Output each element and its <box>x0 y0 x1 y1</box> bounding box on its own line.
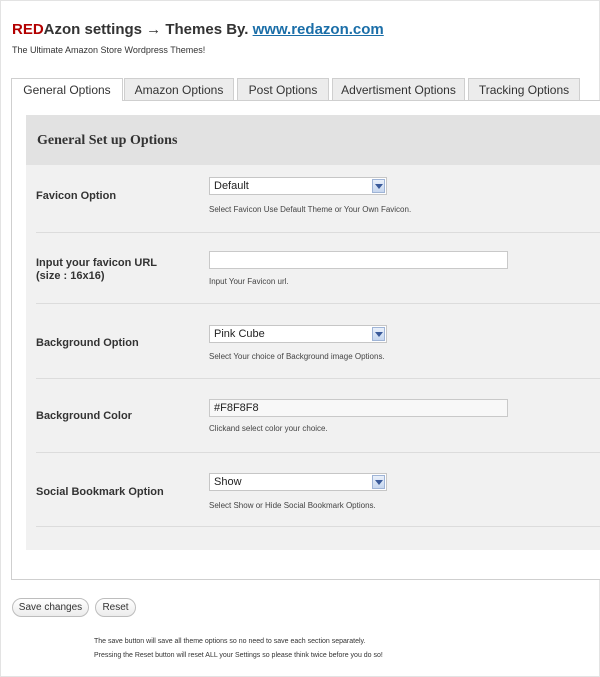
favicon-url-label: Input your favicon URL (size : 16x16) <box>36 257 157 283</box>
row-divider <box>36 526 600 527</box>
dropdown-arrow-icon[interactable] <box>372 179 385 193</box>
favicon-option-select[interactable]: Default <box>209 177 387 195</box>
tab-general-options[interactable]: General Options <box>11 78 123 101</box>
favicon-option-value: Default <box>214 180 249 192</box>
dropdown-arrow-icon[interactable] <box>372 475 385 489</box>
background-option-row: Background Option Pink Cube Select Your … <box>26 304 600 379</box>
redazon-link[interactable]: www.redazon.com <box>253 21 384 38</box>
page-title: REDAzon settings → Themes By. www.redazo… <box>12 21 384 38</box>
favicon-url-row: Input your favicon URL (size : 16x16) In… <box>26 233 600 304</box>
section-heading: General Set up Options <box>37 133 178 148</box>
tab-tracking-options[interactable]: Tracking Options <box>468 78 580 100</box>
dropdown-arrow-icon[interactable] <box>372 327 385 341</box>
social-bookmark-hint: Select Show or Hide Social Bookmark Opti… <box>209 501 376 510</box>
brand-red-text: RED <box>12 21 44 38</box>
favicon-option-label: Favicon Option <box>36 190 117 202</box>
section-header: General Set up Options <box>26 115 600 165</box>
favicon-url-label-line2: (size : 16x16) <box>36 270 105 282</box>
tab-amazon-options[interactable]: Amazon Options <box>124 78 234 100</box>
favicon-option-row: Favicon Option Default Select Favicon Us… <box>26 165 600 233</box>
background-option-value: Pink Cube <box>214 328 265 340</box>
background-color-hint: Clickand select color your choice. <box>209 424 328 433</box>
favicon-url-label-line1: Input your favicon URL <box>36 257 157 269</box>
tab-advertisment-options[interactable]: Advertisment Options <box>332 78 465 100</box>
social-bookmark-select[interactable]: Show <box>209 473 387 491</box>
background-color-label: Background Color <box>36 410 132 422</box>
save-changes-button[interactable]: Save changes <box>12 598 89 617</box>
background-color-row: Background Color Clickand select color y… <box>26 379 600 453</box>
background-color-input[interactable] <box>209 399 508 417</box>
background-option-hint: Select Your choice of Background image O… <box>209 352 385 361</box>
tab-post-options[interactable]: Post Options <box>237 78 329 100</box>
favicon-url-input[interactable] <box>209 251 508 269</box>
title-text: Azon settings → Themes By. <box>43 21 249 38</box>
general-options-section: General Set up Options Favicon Option De… <box>26 115 600 550</box>
reset-warning: Pressing the Reset button will reset ALL… <box>94 652 383 659</box>
background-option-select[interactable]: Pink Cube <box>209 325 387 343</box>
page-subtitle: The Ultimate Amazon Store Wordpress Them… <box>12 45 206 55</box>
save-note: The save button will save all theme opti… <box>94 638 366 645</box>
reset-button[interactable]: Reset <box>95 598 136 617</box>
favicon-url-hint: Input Your Favicon url. <box>209 277 289 286</box>
social-bookmark-value: Show <box>214 476 242 488</box>
social-bookmark-row: Social Bookmark Option Show Select Show … <box>26 453 600 527</box>
social-bookmark-label: Social Bookmark Option <box>36 486 164 498</box>
background-option-label: Background Option <box>36 337 139 349</box>
favicon-option-hint: Select Favicon Use Default Theme or Your… <box>209 205 412 214</box>
